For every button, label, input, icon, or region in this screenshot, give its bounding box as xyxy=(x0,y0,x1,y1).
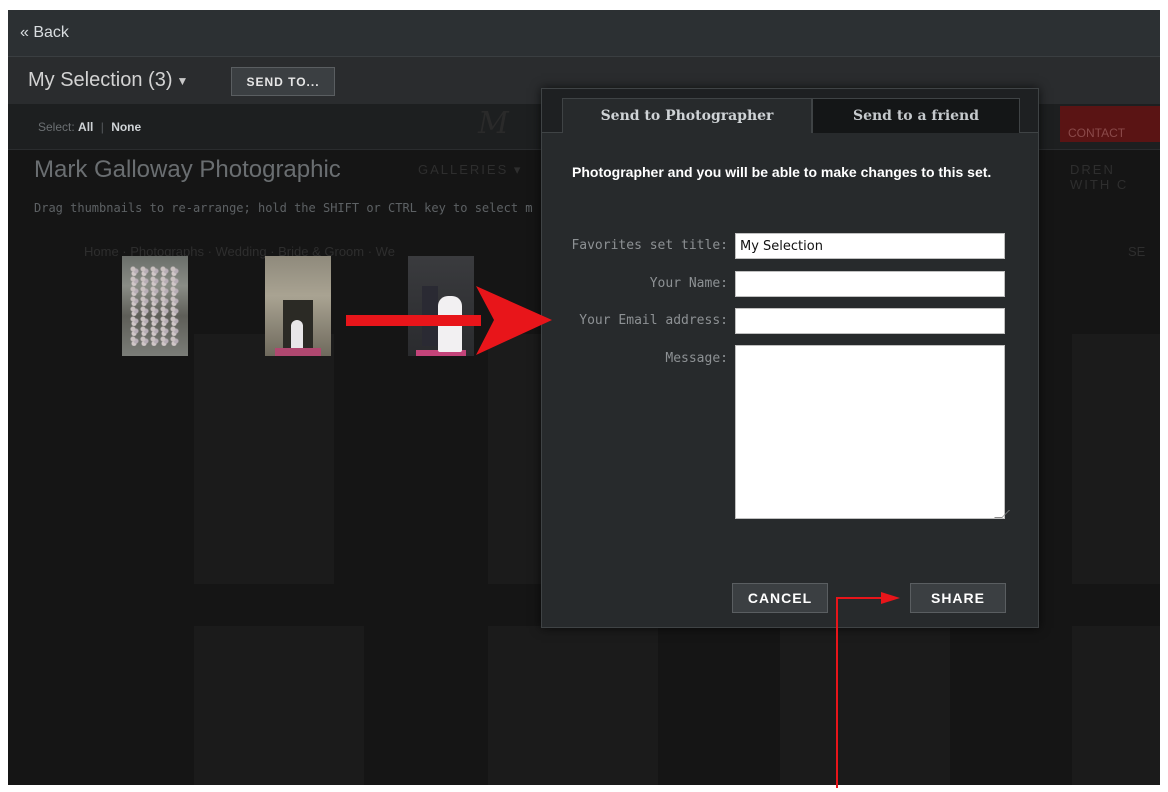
nav-galleries: GALLERIES ▾ xyxy=(418,162,523,177)
site-title: Mark Galloway Photographic xyxy=(34,156,341,183)
contact-tab-background: CONTACT xyxy=(1060,106,1160,142)
chevron-down-icon: ▼ xyxy=(176,73,189,88)
breadcrumb-right-fragment: SE xyxy=(1128,244,1146,259)
dialog-tabs: Send to Photographer Send to a friend xyxy=(542,89,1038,133)
message-textarea[interactable] xyxy=(735,345,1005,519)
select-separator: | xyxy=(100,120,104,134)
background-photo xyxy=(488,626,658,785)
app-window: « Back My Selection (3) ▼ SEND TO... Sele… xyxy=(8,10,1160,785)
drag-hint: Drag thumbnails to re-arrange; hold the … xyxy=(34,201,533,215)
background-photo xyxy=(780,626,950,785)
share-button[interactable]: SHARE xyxy=(910,583,1006,613)
background-photo xyxy=(488,334,548,584)
select-all-link[interactable]: All xyxy=(78,120,93,134)
nav-right-fragment: DREN WITH C xyxy=(1070,162,1129,192)
dialog-description: Photographer and you will be able to mak… xyxy=(572,164,992,180)
email-input[interactable] xyxy=(735,308,1005,334)
cancel-button[interactable]: CANCEL xyxy=(732,583,828,613)
select-controls: Select: All | None xyxy=(38,120,141,134)
selected-thumbnail-3[interactable] xyxy=(408,256,474,356)
selection-title: My Selection (3) xyxy=(28,69,173,91)
send-to-button[interactable]: SEND TO... xyxy=(231,67,335,96)
selected-thumbnail-2[interactable] xyxy=(265,256,331,356)
thumbnail-detail xyxy=(275,348,321,356)
tab-send-to-friend[interactable]: Send to a friend xyxy=(812,98,1020,133)
title-label: Favorites set title: xyxy=(571,238,728,253)
top-bar: « Back xyxy=(8,10,1160,57)
name-label: Your Name: xyxy=(649,276,728,291)
selection-title-dropdown[interactable]: My Selection (3) ▼ xyxy=(28,69,188,92)
email-label: Your Email address: xyxy=(579,313,728,328)
background-photo xyxy=(1072,334,1160,584)
selected-thumbnail-1[interactable] xyxy=(122,256,188,356)
message-label: Message: xyxy=(665,351,728,366)
favorites-title-input[interactable] xyxy=(735,233,1005,259)
name-input[interactable] xyxy=(735,271,1005,297)
tab-send-to-photographer[interactable]: Send to Photographer xyxy=(562,98,812,133)
select-none-link[interactable]: None xyxy=(111,120,141,134)
select-prefix: Select: xyxy=(38,120,75,134)
back-link[interactable]: « Back xyxy=(20,24,69,42)
site-logo-background: M xyxy=(478,106,509,141)
send-dialog: Send to Photographer Send to a friend Ph… xyxy=(541,88,1039,628)
thumbnail-detail xyxy=(416,350,466,356)
background-photo xyxy=(194,626,364,785)
background-photo xyxy=(1072,626,1160,785)
background-photo xyxy=(194,334,334,584)
